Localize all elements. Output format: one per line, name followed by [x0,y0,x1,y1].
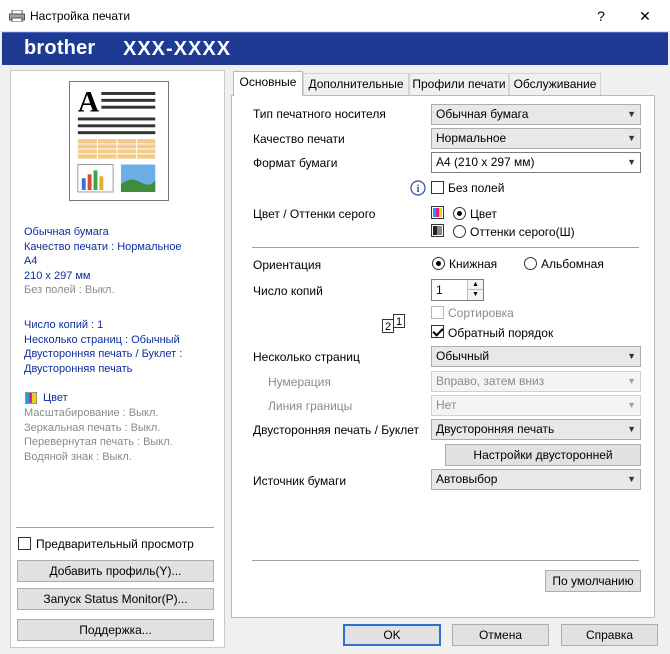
summary-mirror: Зеркальная печать : Выкл. [24,421,161,434]
increment-icon[interactable]: ▲ [467,280,483,290]
paper-source-select[interactable]: Автовыбор ▼ [431,469,641,490]
multiple-pages-select[interactable]: Обычный ▼ [431,346,641,367]
chevron-down-icon: ▼ [627,351,636,361]
divider [16,527,214,528]
color-icon [25,392,37,404]
svg-text:2: 2 [385,321,391,333]
quality-label: Качество печати [253,132,345,146]
chevron-down-icon: ▼ [627,474,636,484]
summary-media-type: Обычная бумага [24,226,109,238]
border-line-select[interactable]: Нет ▼ [431,395,641,416]
page-order-icon: 2 1 [382,314,405,333]
grayscale-icon [431,224,444,237]
chevron-down-icon: ▼ [627,376,636,386]
chevron-down-icon: ▼ [627,133,636,143]
paper-size-label: Формат бумаги [253,156,338,170]
tab-advanced[interactable]: Дополнительные [303,73,409,95]
paper-size-select[interactable]: A4 (210 x 297 мм) ▼ [431,152,641,173]
media-type-label: Тип печатного носителя [253,107,386,121]
summary-duplex-value: Двусторонняя печать [24,362,133,375]
duplex-select[interactable]: Двусторонняя печать ▼ [431,419,641,440]
summary-duplex-label: Двусторонняя печать / Буклет : [24,348,183,360]
summary-borderless: Без полей : Выкл. [24,284,115,296]
color-mode-label: Цвет / Оттенки серого [253,207,376,221]
tab-basic[interactable]: Основные [233,71,303,96]
borderless-checkbox[interactable] [431,181,444,194]
paper-source-label: Источник бумаги [253,474,347,488]
svg-text:i: i [417,184,420,195]
duplex-settings-button[interactable]: Настройки двусторонней печати(Щ)... [445,444,641,482]
duplex-label: Двусторонняя печать / Буклет [253,423,420,437]
border-line-label: Линия границы [268,399,353,413]
summary-paper-size: A4 [24,255,38,267]
divider [252,247,639,248]
brand-banner: brother XXX-XXXX [2,32,668,65]
collate-checkbox[interactable] [431,306,444,319]
copies-label: Число копий [253,284,323,298]
page-preview-image: A [69,81,169,201]
portrait-label: Книжная [449,257,498,271]
help-button[interactable]: Справка [561,624,658,646]
grayscale-radio[interactable] [453,225,466,238]
landscape-label: Альбомная [541,257,604,271]
reverse-order-label: Обратный порядок [448,326,554,340]
chevron-down-icon: ▼ [627,424,636,434]
color-radio[interactable] [453,207,466,220]
page-order-label: Нумерация [268,375,331,389]
divider [252,560,639,561]
orientation-label: Ориентация [253,258,322,272]
collate-label: Сортировка [448,306,514,320]
settings-summary-panel: A Обычная бумага Качество печати : Норма… [10,70,225,648]
preview-checkbox[interactable] [18,537,31,550]
landscape-radio[interactable] [524,257,537,270]
page-order-select[interactable]: Вправо, затем вниз ▼ [431,371,641,392]
color-icon [431,206,444,219]
media-type-select[interactable]: Обычная бумага ▼ [431,104,641,125]
add-profile-button[interactable]: Добавить профиль(Y)... [17,560,214,582]
portrait-radio[interactable] [432,257,445,270]
support-button[interactable]: Поддержка... [17,619,214,641]
brand-logo: brother [24,37,96,59]
summary-paper-dimensions: 210 x 297 мм [24,269,91,282]
chevron-down-icon: ▼ [627,400,636,410]
copies-stepper[interactable]: 1 ▲ ▼ [431,279,484,301]
summary-scaling: Масштабирование : Выкл. [24,407,159,419]
tab-print-profiles[interactable]: Профили печати [409,73,509,95]
summary-reverse: Перевернутая печать : Выкл. [24,436,173,448]
reverse-order-checkbox[interactable] [431,325,444,338]
svg-text:A: A [78,87,100,119]
title-bar: Настройка печати ? ✕ [0,0,670,32]
status-monitor-button[interactable]: Запуск Status Monitor(P)... [17,588,214,610]
summary-multiple-pages: Несколько страниц : Обычный [24,333,180,346]
svg-text:1: 1 [396,316,402,328]
model-name: XXX-XXXX [123,38,232,60]
chevron-down-icon: ▼ [627,157,636,167]
summary-copies: Число копий : 1 [24,319,104,331]
ok-button[interactable]: OK [343,624,441,646]
color-option-label: Цвет [470,207,497,221]
close-icon[interactable]: ✕ [622,0,668,32]
chevron-down-icon: ▼ [627,109,636,119]
summary-color: Цвет [43,392,68,404]
copies-value: 1 [436,283,443,297]
tab-maintenance[interactable]: Обслуживание [509,73,601,95]
window-title: Настройка печати [30,9,131,23]
default-button[interactable]: По умолчанию [545,570,641,592]
preview-checkbox-label: Предварительный просмотр [36,537,194,551]
borderless-label: Без полей [448,181,505,195]
grayscale-option-label: Оттенки серого(Ш) [470,225,575,239]
decrement-icon[interactable]: ▼ [467,290,483,300]
multiple-pages-label: Несколько страниц [253,350,360,364]
info-icon[interactable]: i [410,180,426,196]
quality-select[interactable]: Нормальное ▼ [431,128,641,149]
printer-icon [9,10,25,22]
summary-watermark: Водяной знак : Выкл. [24,450,132,463]
help-icon[interactable]: ? [578,0,624,32]
summary-quality: Качество печати : Нормальное [24,240,182,253]
cancel-button[interactable]: Отмена [452,624,549,646]
